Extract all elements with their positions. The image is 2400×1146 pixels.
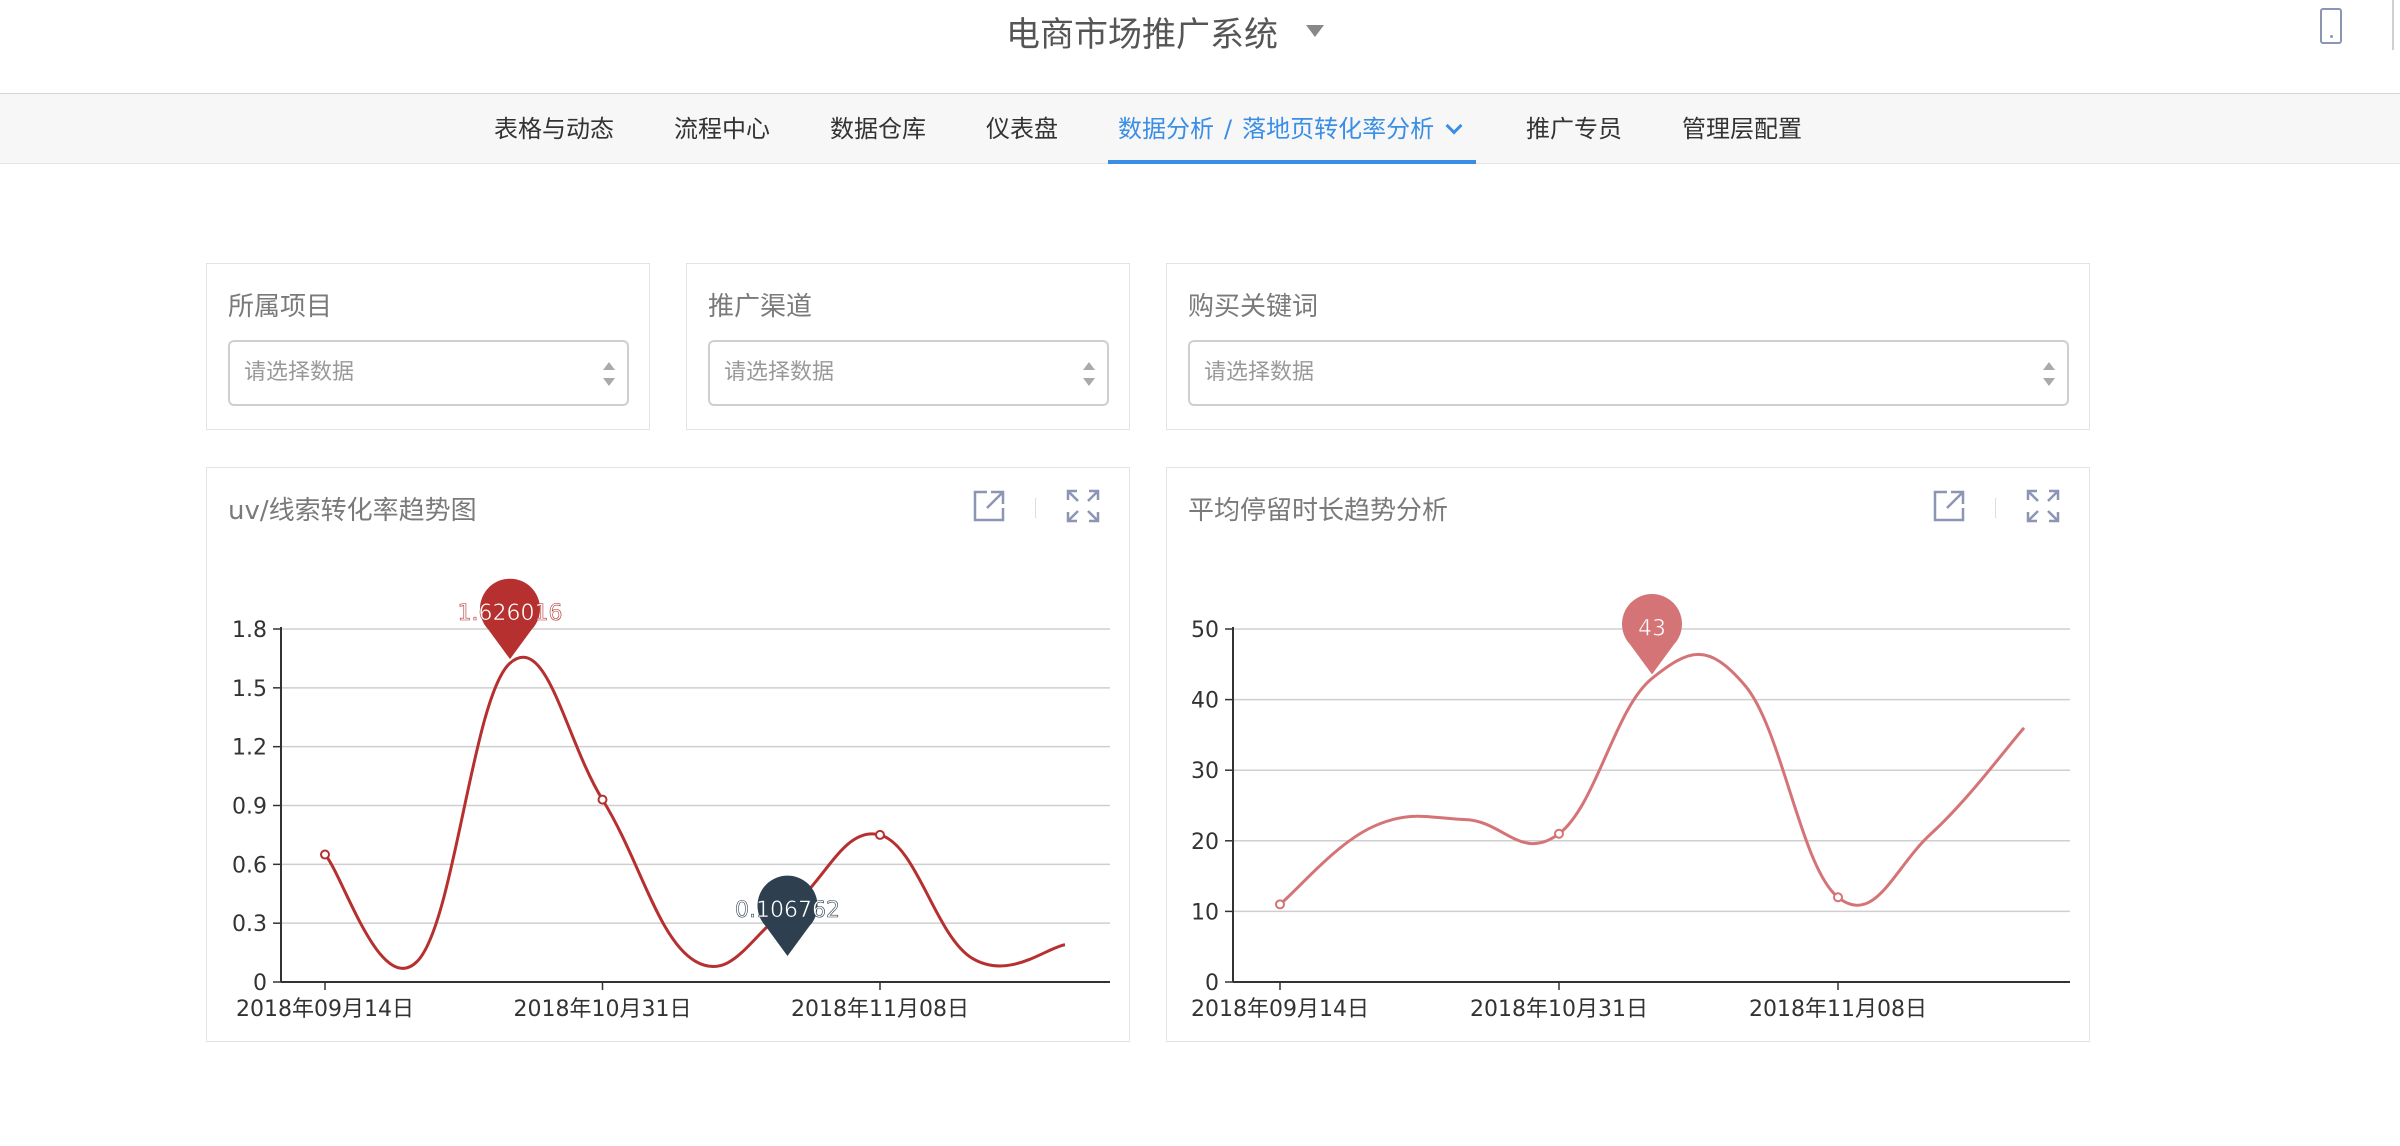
chart-panel-conversion: uv/线索转化率趋势图 0 0.3 0.6 0.9 1.2 1.5 1.8 2018年09月1…	[206, 467, 1130, 1042]
stay-duration-line-chart: 0 10 20 30 40 50 2018年09月14日 2018年10月31日 2018年11…	[1191, 594, 2070, 1022]
mobile-device-icon[interactable]	[2320, 8, 2342, 44]
app-title-dropdown[interactable]: 电商市场推广系统	[1006, 6, 1324, 56]
x-tick-label: 2018年11月08日	[1749, 997, 1927, 1022]
y-tick-label: 50	[1191, 618, 1219, 643]
x-tick-label: 2018年09月14日	[236, 997, 414, 1022]
min-value-marker: 0.106762	[735, 875, 840, 956]
select-arrows-icon	[603, 362, 615, 386]
select-placeholder: 请选择数据	[724, 360, 835, 385]
data-point	[1833, 892, 1843, 903]
marker-pin-shape	[1622, 594, 1682, 675]
data-point	[320, 849, 330, 860]
y-tick-label: 20	[1191, 830, 1219, 855]
keyword-select[interactable]: 请选择数据	[1188, 340, 2069, 406]
x-tick-label: 2018年10月31日	[1470, 997, 1648, 1022]
x-tick-label: 2018年11月08日	[791, 997, 969, 1022]
select-placeholder: 请选择数据	[1204, 360, 1315, 385]
nav-item-tables[interactable]: 表格与动态	[494, 94, 614, 164]
x-tick-label: 2018年10月31日	[514, 997, 692, 1022]
nav-analysis-label: 数据分析	[1118, 115, 1214, 143]
nav-item-warehouse[interactable]: 数据仓库	[830, 94, 926, 164]
nav-item-promoter[interactable]: 推广专员	[1526, 94, 1622, 164]
filter-label: 购买关键词	[1188, 292, 1319, 322]
marker-pin-label: 43	[1638, 616, 1666, 641]
open-external-icon[interactable]	[971, 488, 1007, 524]
chart-title: 平均停留时长趋势分析	[1188, 496, 1449, 526]
filter-label: 所属项目	[228, 292, 333, 322]
y-tick-label: 0.9	[232, 795, 267, 820]
marker-pin-label: 1.626016	[458, 601, 563, 626]
nav-active-indicator	[1108, 160, 1476, 164]
nav-item-dashboard[interactable]: 仪表盘	[986, 94, 1058, 164]
fullscreen-icon[interactable]	[1065, 488, 1101, 524]
filter-panel-project: 所属项目 请选择数据	[206, 263, 650, 430]
marker-pin-label: 0.106762	[735, 898, 840, 923]
nav-item-process[interactable]: 流程中心	[674, 94, 770, 164]
y-tick-label: 1.5	[232, 677, 267, 702]
toolbar-divider	[1035, 498, 1036, 518]
divider	[2392, 0, 2394, 50]
nav-item-analysis[interactable]: 数据分析 / 落地页转化率分析	[1118, 94, 1463, 164]
top-header: 电商市场推广系统	[0, 0, 2400, 94]
max-value-marker: 43	[1622, 594, 1682, 675]
toolbar-divider	[1995, 498, 1996, 518]
filter-panel-channel: 推广渠道 请选择数据	[686, 263, 1130, 430]
x-tick-label: 2018年09月14日	[1191, 997, 1369, 1022]
open-external-icon[interactable]	[1931, 488, 1967, 524]
data-point	[597, 794, 608, 805]
y-tick-label: 40	[1191, 689, 1219, 714]
y-tick-label: 1.2	[232, 736, 267, 761]
channel-select[interactable]: 请选择数据	[708, 340, 1109, 406]
fullscreen-icon[interactable]	[2025, 488, 2061, 524]
y-tick-label: 0.3	[232, 912, 267, 937]
chart-title: uv/线索转化率趋势图	[228, 496, 477, 526]
marker-pin-shape	[480, 578, 540, 660]
conversion-line-chart: 0 0.3 0.6 0.9 1.2 1.5 1.8 2018年09月14日 2018年10月31…	[232, 578, 1110, 1022]
y-tick-label: 0	[1205, 971, 1219, 996]
y-tick-label: 0	[253, 971, 267, 996]
chart-panel-stay-duration: 平均停留时长趋势分析 0 10 20 30 40 50 2018年09月14日 2018年10…	[1166, 467, 2090, 1042]
data-point	[1275, 899, 1285, 910]
series-line	[323, 655, 1066, 970]
breadcrumb-separator: /	[1224, 115, 1233, 143]
y-tick-label: 30	[1191, 759, 1219, 784]
project-select[interactable]: 请选择数据	[228, 340, 629, 406]
select-arrows-icon	[1083, 362, 1095, 386]
select-placeholder: 请选择数据	[244, 360, 355, 385]
nav-analysis-sub-label: 落地页转化率分析	[1242, 115, 1435, 143]
app-title: 电商市场推广系统	[1006, 14, 1278, 55]
data-point	[875, 829, 885, 840]
series-line	[1279, 652, 2026, 907]
nav-item-management[interactable]: 管理层配置	[1682, 94, 1802, 164]
filter-label: 推广渠道	[708, 292, 813, 322]
chevron-down-icon	[1445, 117, 1463, 135]
caret-down-icon	[1306, 25, 1324, 37]
y-tick-label: 1.8	[232, 618, 267, 643]
main-nav: 表格与动态 流程中心 数据仓库 仪表盘 数据分析 / 落地页转化率分析 推广专员 管…	[0, 94, 2400, 164]
y-tick-label: 10	[1191, 900, 1219, 925]
data-point	[1554, 828, 1564, 839]
select-arrows-icon	[2043, 362, 2055, 386]
max-value-marker: 1.626016	[457, 578, 563, 660]
marker-pin-shape	[757, 875, 818, 956]
filter-panel-keyword: 购买关键词 请选择数据	[1166, 263, 2090, 430]
y-tick-label: 0.6	[232, 853, 267, 878]
